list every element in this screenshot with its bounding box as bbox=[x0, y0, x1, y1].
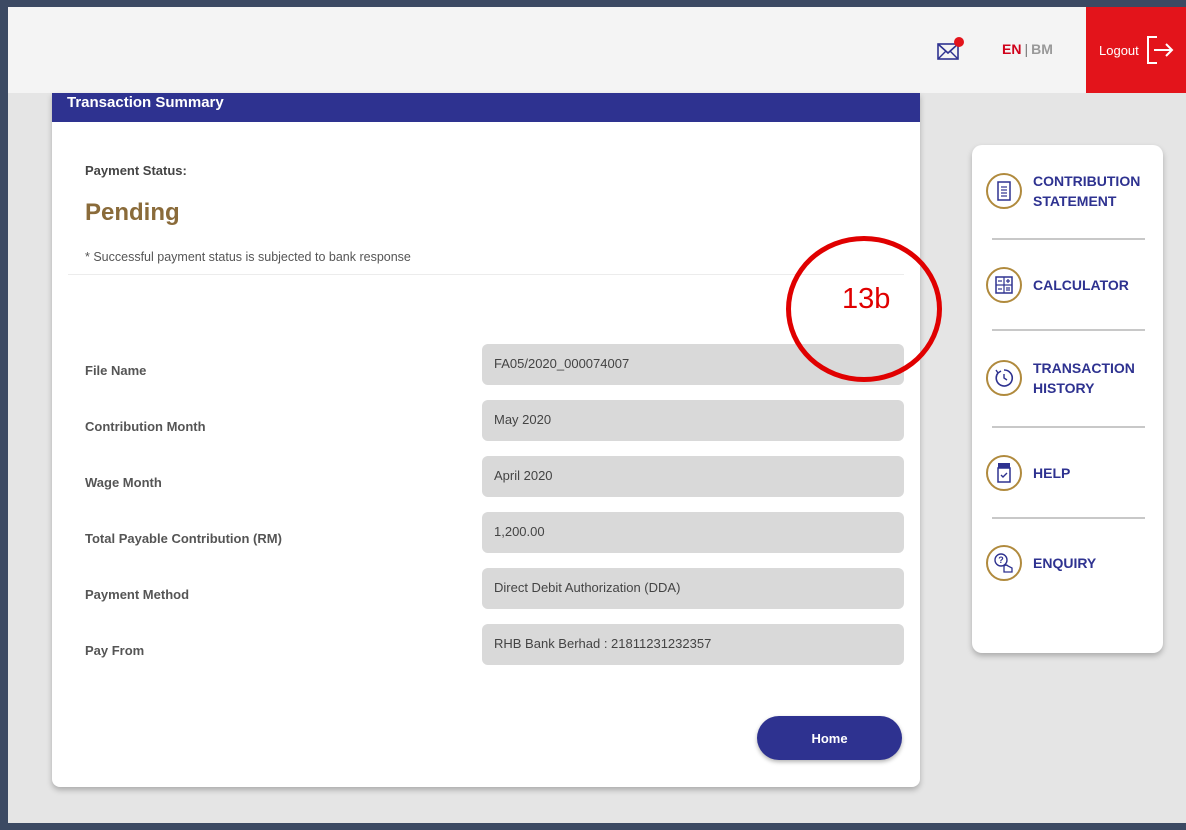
section-divider bbox=[68, 274, 904, 275]
contribution-month-label: Contribution Month bbox=[85, 419, 206, 434]
logout-icon bbox=[1146, 36, 1174, 64]
total-payable-field: 1,200.00 bbox=[482, 512, 904, 553]
help-icon bbox=[986, 455, 1022, 491]
calculator-icon bbox=[986, 267, 1022, 303]
sidebar-divider bbox=[992, 426, 1145, 428]
sidebar-divider bbox=[992, 517, 1145, 519]
document-icon bbox=[986, 173, 1022, 209]
quick-links-panel: CONTRIBUTION STATEMENT CALCULATOR TRANSA… bbox=[972, 145, 1163, 653]
logout-button[interactable]: Logout bbox=[1086, 7, 1186, 93]
sidebar-divider bbox=[992, 238, 1145, 240]
pay-from-field: RHB Bank Berhad : 21811231232357 bbox=[482, 624, 904, 665]
payment-status-note: * Successful payment status is subjected… bbox=[85, 250, 411, 264]
sidebar-item-calculator[interactable]: CALCULATOR bbox=[986, 267, 1156, 303]
payment-method-label: Payment Method bbox=[85, 587, 190, 602]
history-icon bbox=[986, 360, 1022, 396]
wage-month-label: Wage Month bbox=[85, 475, 162, 490]
lang-bm-link[interactable]: BM bbox=[1031, 41, 1053, 57]
contribution-month-field: May 2020 bbox=[482, 400, 904, 441]
sidebar-item-label: ENQUIRY bbox=[1033, 555, 1097, 571]
svg-text:?: ? bbox=[998, 555, 1004, 565]
file-name-label: File Name bbox=[85, 363, 147, 378]
home-button[interactable]: Home bbox=[757, 716, 902, 760]
sidebar-item-label: TRANSACTION HISTORY bbox=[1033, 360, 1135, 396]
payment-status-label: Payment Status: bbox=[85, 163, 187, 178]
pay-from-label: Pay From bbox=[85, 643, 145, 658]
transaction-summary-card: Transaction Summary Payment Status: Pend… bbox=[52, 93, 942, 787]
top-bar: EN | BM Logout bbox=[8, 7, 1186, 93]
sidebar-item-label: HELP bbox=[1033, 465, 1071, 481]
sidebar-item-contribution-statement[interactable]: CONTRIBUTION STATEMENT bbox=[986, 171, 1156, 211]
annotation-label: 13b bbox=[842, 283, 891, 315]
payment-method-field: Direct Debit Authorization (DDA) bbox=[482, 568, 904, 609]
logout-label: Logout bbox=[1099, 42, 1139, 58]
payment-status-value: Pending bbox=[85, 199, 180, 226]
app-frame: EN | BM Logout Transaction Summary Payment… bbox=[8, 7, 1186, 823]
sidebar-item-transaction-history[interactable]: TRANSACTION HISTORY bbox=[986, 358, 1156, 398]
lang-separator: | bbox=[1024, 41, 1029, 57]
sidebar-item-help[interactable]: HELP bbox=[986, 455, 1156, 491]
card-title: Transaction Summary bbox=[52, 93, 920, 122]
sidebar-item-label: CALCULATOR bbox=[1033, 277, 1129, 293]
wage-month-field: April 2020 bbox=[482, 456, 904, 497]
sidebar-item-label: CONTRIBUTION STATEMENT bbox=[1033, 173, 1141, 209]
notification-dot-icon bbox=[954, 37, 964, 47]
sidebar-item-enquiry[interactable]: ? ENQUIRY bbox=[986, 545, 1156, 581]
language-switch: EN | BM bbox=[1002, 41, 1053, 57]
sidebar-divider bbox=[992, 329, 1145, 331]
enquiry-icon: ? bbox=[986, 545, 1022, 581]
lang-en-link[interactable]: EN bbox=[1002, 41, 1021, 57]
mail-icon[interactable] bbox=[937, 36, 965, 62]
total-payable-label: Total Payable Contribution (RM) bbox=[85, 531, 282, 546]
